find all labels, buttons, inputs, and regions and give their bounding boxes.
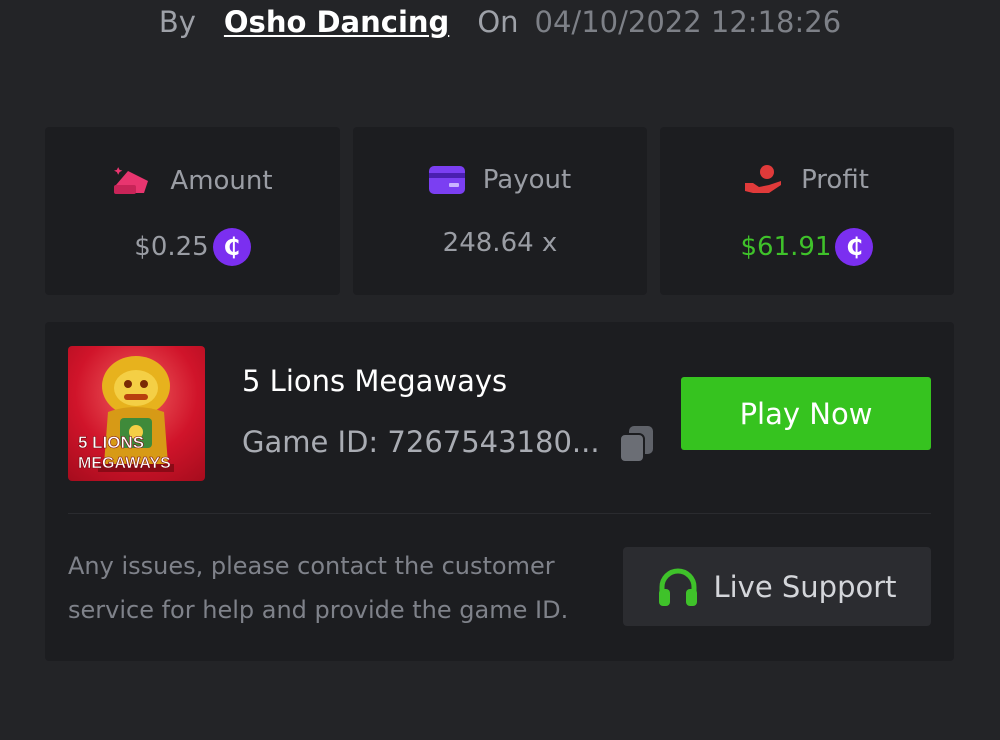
username-link[interactable]: Osho Dancing [224,5,449,39]
amount-value: $0.25 [134,232,209,262]
game-title: 5 Lions Megaways [242,364,508,398]
headset-icon [659,568,698,606]
lion-statue-image: 5 LIONS MEGAWAYS [78,356,174,472]
profit-header: Profit [660,165,954,195]
payout-value-row: 248.64 x [353,228,647,258]
payout-header: Payout [353,165,647,195]
amount-header: Amount [45,165,340,197]
thumb-title-line1: 5 LIONS [78,433,144,452]
play-now-button[interactable]: Play Now [681,377,931,450]
help-text: Any issues, please contact the customer … [68,552,569,624]
payout-label: Payout [482,165,572,195]
by-label: By [158,5,196,39]
hand-coin-icon [745,165,782,193]
payout-card: Payout 248.64 x [353,127,647,295]
live-support-label: Live Support [713,569,897,604]
amount-card: Amount $0.25 ₵ [45,127,340,295]
profit-card: Profit $61.91 ₵ [660,127,954,295]
amount-label: Amount [170,166,273,196]
payout-value: 248.64 x [442,228,558,258]
coin-icon: ₵ [212,228,251,266]
copy-icon[interactable] [617,424,657,464]
amount-value-row: $0.25 ₵ [45,228,340,266]
bet-meta: By Osho Dancing On 04/10/2022 12:18:26 [0,2,1000,42]
bet-datetime: 04/10/2022 12:18:26 [534,5,842,39]
profit-label: Profit [801,165,869,195]
card-icon [428,166,465,194]
divider [68,513,931,514]
on-label: On [477,5,519,39]
game-panel: 5 LIONS MEGAWAYS 5 Lions Megaways Game I… [45,322,954,661]
profit-value-row: $61.91 ₵ [660,228,954,266]
thumb-title-line2: MEGAWAYS [78,455,171,472]
profit-value: $61.91 [740,232,832,262]
coin-icon: ₵ [835,228,874,266]
wallet-icon [114,167,149,194]
game-thumbnail[interactable]: 5 LIONS MEGAWAYS [68,346,205,481]
game-id: Game ID: 7267543180... [242,425,600,459]
live-support-button[interactable]: Live Support [623,547,931,626]
